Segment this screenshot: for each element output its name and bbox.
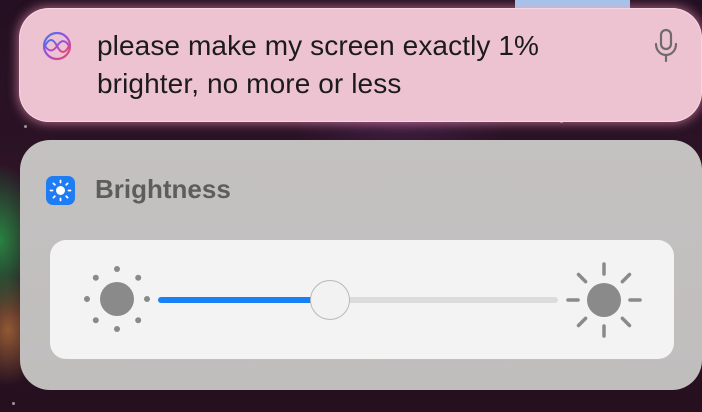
brightness-slider[interactable] <box>158 297 558 303</box>
siri-request-text: please make my screen exactly 1% brighte… <box>97 30 540 99</box>
brightness-slider-fill <box>158 297 330 303</box>
siri-request-bubble: please make my screen exactly 1% brighte… <box>19 8 702 122</box>
brightness-title: Brightness <box>95 174 231 204</box>
brightness-slider-card <box>50 240 674 359</box>
brightness-slider-thumb[interactable] <box>310 280 350 320</box>
siri-icon <box>41 30 73 62</box>
brightness-sun-icon <box>46 176 75 205</box>
sun-low-icon <box>82 264 152 334</box>
microphone-icon[interactable] <box>653 28 679 64</box>
sun-high-icon <box>564 260 644 340</box>
brightness-widget: Brightness <box>20 140 702 390</box>
